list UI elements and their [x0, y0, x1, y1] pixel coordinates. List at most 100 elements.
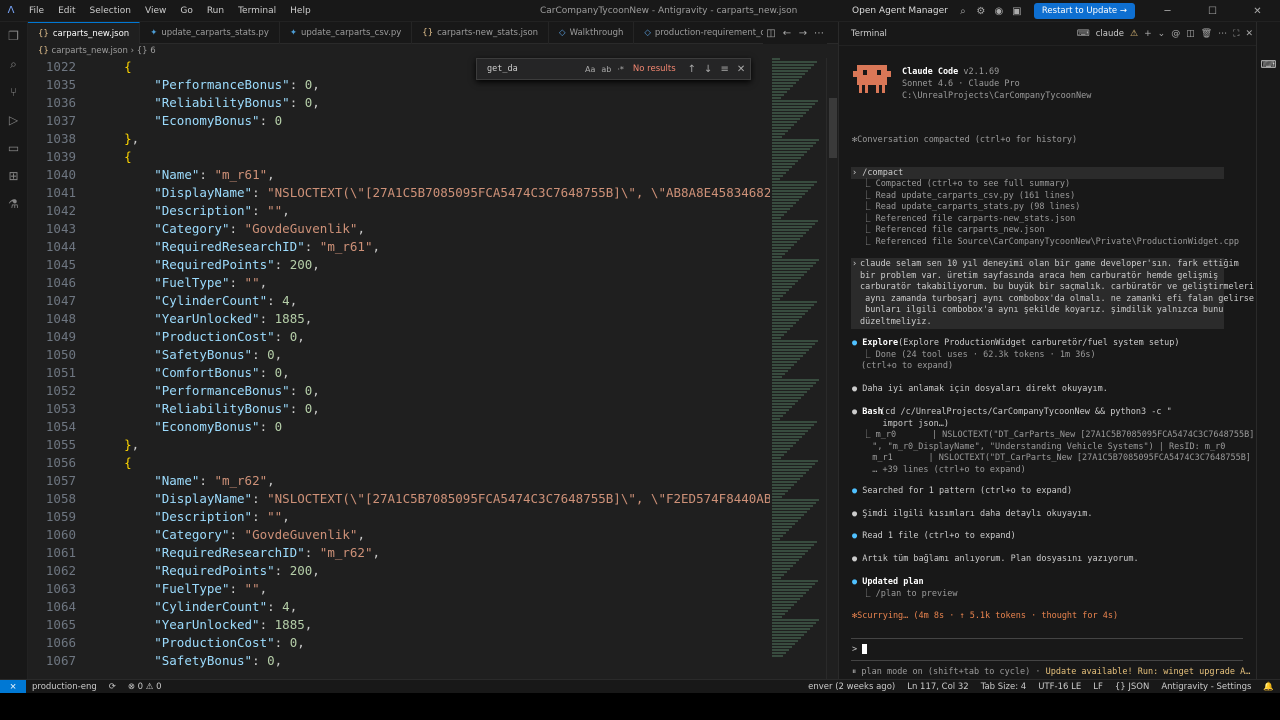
code-line[interactable]: 1040 "Name": "m_r61",: [28, 166, 770, 184]
close-find-icon[interactable]: ✕: [737, 64, 745, 75]
terminal-list-icon[interactable]: ⌨: [1257, 58, 1280, 71]
sync-icon[interactable]: ⟳: [109, 682, 116, 692]
next-match-icon[interactable]: ↓: [704, 64, 712, 75]
code-line[interactable]: 1058 "DisplayName": "NSLOCTEXT(\"[27A1C5…: [28, 490, 770, 508]
menu-item-view[interactable]: View: [138, 6, 173, 16]
code-line[interactable]: 1054 "EconomyBonus": 0: [28, 418, 770, 436]
open-agent-manager-button[interactable]: Open Agent Manager: [852, 6, 948, 16]
menu-item-terminal[interactable]: Terminal: [231, 6, 283, 16]
terminal-output[interactable]: Claude Code v2.1.69 Sonnet 4.6 · Claude …: [839, 46, 1257, 679]
tab-update-carparts-stats-py[interactable]: ✦ update_carparts_stats.py: [140, 22, 280, 44]
menu-item-edit[interactable]: Edit: [51, 6, 82, 16]
chat-icon[interactable]: @: [1171, 29, 1180, 39]
code-line[interactable]: 1046 "FuelType": "",: [28, 274, 770, 292]
account-icon[interactable]: ◉: [992, 6, 1006, 17]
chevron-down-icon[interactable]: ⌄: [1158, 29, 1166, 39]
remote-indicator-icon[interactable]: ⨯: [0, 679, 26, 694]
split-terminal-icon[interactable]: ◫: [1186, 29, 1195, 39]
code-line[interactable]: 1049 "ProductionCost": 0,: [28, 328, 770, 346]
code-line[interactable]: 1067 "SafetyBonus": 0,: [28, 652, 770, 670]
minimize-icon[interactable]: ─: [1145, 6, 1190, 17]
tab-update-carparts-csv-py[interactable]: ✦ update_carparts_csv.py: [280, 22, 413, 44]
close-panel-icon[interactable]: ✕: [1245, 29, 1253, 39]
gear-icon[interactable]: ⚙: [974, 6, 988, 17]
branch-name[interactable]: production-eng: [32, 682, 97, 692]
trash-icon[interactable]: 🗑: [1201, 29, 1212, 39]
code-line[interactable]: 1066 "ProductionCost": 0,: [28, 634, 770, 652]
previous-match-icon[interactable]: ↑: [688, 64, 696, 75]
breadcrumb-file[interactable]: carparts_new.json: [52, 46, 128, 56]
terminal-session-label[interactable]: claude: [1096, 29, 1124, 39]
menu-item-selection[interactable]: Selection: [83, 6, 138, 16]
source-control-icon[interactable]: ⑂: [0, 78, 27, 106]
find-in-selection-icon[interactable]: ≡: [720, 64, 728, 75]
searched-line[interactable]: Searched for 1 pattern (ctrl+o to expand…: [862, 486, 1072, 496]
back-icon[interactable]: ←: [779, 28, 795, 39]
more-actions-icon[interactable]: ⋯: [811, 28, 827, 39]
code-line[interactable]: 1037 "EconomyBonus": 0: [28, 112, 770, 130]
new-terminal-icon[interactable]: +: [1144, 29, 1152, 39]
code-line[interactable]: 1052 "PerformanceBonus": 0,: [28, 382, 770, 400]
menu-item-help[interactable]: Help: [283, 6, 318, 16]
menu-item-run[interactable]: Run: [200, 6, 231, 16]
tab-carparts-new-stats-json[interactable]: {} carparts-new_stats.json: [412, 22, 550, 44]
code-line[interactable]: 1060 "Category": "GovdeGuvenlik",: [28, 526, 770, 544]
code-line[interactable]: 1064 "CylinderCount": 4,: [28, 598, 770, 616]
layout-icon[interactable]: ▣: [1010, 6, 1024, 17]
code-editor[interactable]: 1022 {1035 "PerformanceBonus": 0, 1036 "R…: [28, 58, 770, 679]
tab-walkthrough[interactable]: ◇ Walkthrough: [549, 22, 635, 44]
maximize-panel-icon[interactable]: ⛶: [1233, 29, 1239, 39]
split-editor-icon[interactable]: ◫: [763, 28, 779, 39]
code-line[interactable]: 1041 "DisplayName": "NSLOCTEXT(\"[27A1C5…: [28, 184, 770, 202]
close-icon[interactable]: ✕: [1235, 6, 1280, 17]
code-line[interactable]: 1059 "Description": "",: [28, 508, 770, 526]
code-line[interactable]: 1038 },: [28, 130, 770, 148]
code-line[interactable]: 1045 "RequiredPoints": 200,: [28, 256, 770, 274]
code-line[interactable]: 1053 "ReliabilityBonus": 0,: [28, 400, 770, 418]
plan-preview[interactable]: ⎿ /plan to preview: [862, 589, 958, 601]
settings-status[interactable]: Antigravity - Settings: [1161, 682, 1251, 692]
read-line[interactable]: Read 1 file (ctrl+o to expand): [862, 531, 1016, 541]
code-line[interactable]: 1062 "RequiredPoints": 200,: [28, 562, 770, 580]
notifications-icon[interactable]: 🔔: [1263, 682, 1274, 692]
explore-expand[interactable]: (ctrl+o to expand): [861, 361, 953, 373]
minimap[interactable]: [770, 58, 826, 679]
code-line[interactable]: 1063 "FuelType": "",: [28, 580, 770, 598]
run-debug-icon[interactable]: ▷: [0, 106, 27, 134]
problems-count[interactable]: ⊗ 0 ⚠ 0: [128, 682, 162, 692]
restart-to-update-button[interactable]: Restart to Update →: [1033, 3, 1135, 19]
code-line[interactable]: 1036 "ReliabilityBonus": 0,: [28, 94, 770, 112]
code-line[interactable]: 1061 "RequiredResearchID": "m_r62",: [28, 544, 770, 562]
scrollbar-thumb[interactable]: [829, 98, 837, 158]
code-line[interactable]: 1050 "SafetyBonus": 0,: [28, 346, 770, 364]
maximize-icon[interactable]: ☐: [1190, 6, 1235, 17]
code-line[interactable]: 1055 },: [28, 436, 770, 454]
language-mode[interactable]: {} JSON: [1115, 682, 1149, 692]
tab-carparts-new-json[interactable]: {} carparts_new.json: [28, 22, 141, 44]
forward-icon[interactable]: →: [795, 28, 811, 39]
extensions-icon[interactable]: ⊞: [0, 162, 27, 190]
git-blame[interactable]: enver (2 weeks ago): [808, 682, 895, 692]
end-of-line[interactable]: LF: [1093, 682, 1103, 692]
code-line[interactable]: 1042 "Description": "",: [28, 202, 770, 220]
more-icon[interactable]: ⋯: [1218, 29, 1227, 39]
menu-item-file[interactable]: File: [22, 6, 51, 16]
code-line[interactable]: 1039 {: [28, 148, 770, 166]
find-input[interactable]: get_da: [487, 64, 582, 74]
code-line[interactable]: 1065 "YearUnlocked": 1885,: [28, 616, 770, 634]
encoding[interactable]: UTF-16 LE: [1038, 682, 1081, 692]
breadcrumb-symbol[interactable]: {} 6: [137, 46, 156, 56]
editor-scrollbar[interactable]: [826, 58, 838, 679]
cursor-position[interactable]: Ln 117, Col 32: [907, 682, 968, 692]
code-line[interactable]: 1056 {: [28, 454, 770, 472]
code-line[interactable]: 1047 "CylinderCount": 4,: [28, 292, 770, 310]
testing-icon[interactable]: ⚗: [0, 190, 27, 218]
regex-toggle[interactable]: ·*: [617, 65, 624, 74]
explorer-icon[interactable]: ❐: [0, 22, 27, 50]
code-line[interactable]: 1043 "Category": "GovdeGuvenlik",: [28, 220, 770, 238]
whole-word-toggle[interactable]: ab: [601, 65, 611, 74]
menu-item-go[interactable]: Go: [173, 6, 199, 16]
match-case-toggle[interactable]: Aa: [585, 65, 595, 74]
code-line[interactable]: 1044 "RequiredResearchID": "m_r61",: [28, 238, 770, 256]
remote-explorer-icon[interactable]: ▭: [0, 134, 27, 162]
